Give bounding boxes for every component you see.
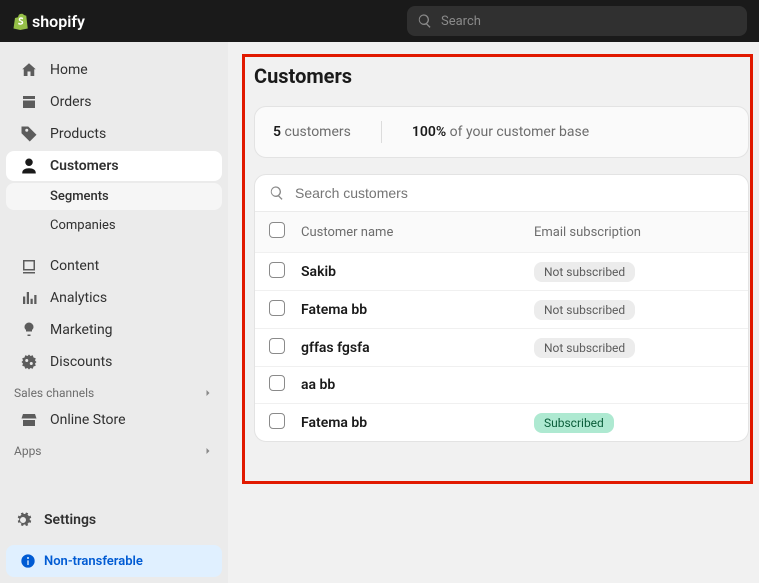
customer-name: Fatema bb xyxy=(301,415,534,431)
sidebar-item-orders[interactable]: Orders xyxy=(6,87,222,117)
sidebar-item-label: Orders xyxy=(50,94,92,110)
stat-divider xyxy=(381,121,382,143)
sidebar-item-label: Home xyxy=(50,62,88,78)
marketing-icon xyxy=(20,321,38,339)
sidebar-subitem-companies[interactable]: Companies xyxy=(6,212,222,239)
select-all-checkbox[interactable] xyxy=(269,222,285,238)
search-customers-row xyxy=(255,175,748,211)
global-search-placeholder: Search xyxy=(441,14,481,29)
apps-header[interactable]: Apps xyxy=(0,436,228,462)
sidebar-item-label: Customers xyxy=(50,158,119,174)
sidebar-item-content[interactable]: Content xyxy=(6,251,222,281)
info-icon xyxy=(20,553,36,569)
brand-text: shopify xyxy=(32,12,85,31)
subscription-pill: Not subscribed xyxy=(534,262,635,282)
stat-customer-base: 100% of your customer base xyxy=(412,124,589,140)
search-icon xyxy=(269,185,285,201)
table-header: Customer name Email subscription xyxy=(255,211,748,252)
row-checkbox[interactable] xyxy=(269,338,285,354)
sidebar-item-marketing[interactable]: Marketing xyxy=(6,315,222,345)
subscription-pill: Subscribed xyxy=(534,413,614,433)
sidebar-item-label: Discounts xyxy=(50,354,112,370)
main: Customers 5 customers 100% of your custo… xyxy=(228,42,759,583)
sidebar-item-discounts[interactable]: Discounts xyxy=(6,347,222,377)
content-icon xyxy=(20,257,38,275)
col-header-name[interactable]: Customer name xyxy=(301,225,534,240)
row-checkbox[interactable] xyxy=(269,375,285,391)
subscription-cell: Not subscribed xyxy=(534,261,734,282)
chevron-right-icon xyxy=(202,387,214,399)
row-checkbox[interactable] xyxy=(269,300,285,316)
table-row[interactable]: gffas fgsfa Not subscribed xyxy=(255,328,748,366)
sidebar-item-label: Online Store xyxy=(50,412,126,428)
global-search[interactable]: Search xyxy=(407,6,747,36)
row-checkbox[interactable] xyxy=(269,413,285,429)
search-icon xyxy=(417,13,433,29)
person-icon xyxy=(20,157,38,175)
sidebar-item-label: Analytics xyxy=(50,290,107,306)
home-icon xyxy=(20,61,38,79)
settings-label: Settings xyxy=(44,512,96,528)
sidebar-item-products[interactable]: Products xyxy=(6,119,222,149)
discount-icon xyxy=(20,353,38,371)
col-header-subscription[interactable]: Email subscription xyxy=(534,225,734,240)
sidebar-item-label: Content xyxy=(50,258,99,274)
table-row[interactable]: aa bb xyxy=(255,366,748,403)
search-customers-input[interactable] xyxy=(295,185,734,201)
stat-customer-count: 5 customers xyxy=(273,124,351,140)
gear-icon xyxy=(14,511,32,529)
sidebar-subitem-segments[interactable]: Segments xyxy=(6,183,222,210)
subscription-cell: Not subscribed xyxy=(534,337,734,358)
subscription-pill: Not subscribed xyxy=(534,338,635,358)
customers-table-card: Customer name Email subscription Sakib N… xyxy=(254,174,749,442)
customer-name: Sakib xyxy=(301,264,534,280)
tag-icon xyxy=(20,125,38,143)
table-row[interactable]: Fatema bb Subscribed xyxy=(255,403,748,441)
subscription-cell: Not subscribed xyxy=(534,299,734,320)
stats-bar: 5 customers 100% of your customer base xyxy=(254,106,749,158)
row-checkbox[interactable] xyxy=(269,262,285,278)
nontransferable-badge[interactable]: Non-transferable xyxy=(6,545,222,577)
customer-name: Fatema bb xyxy=(301,302,534,318)
sidebar-item-customers[interactable]: Customers xyxy=(6,151,222,181)
table-row[interactable]: Sakib Not subscribed xyxy=(255,252,748,290)
table-row[interactable]: Fatema bb Not subscribed xyxy=(255,290,748,328)
analytics-icon xyxy=(20,289,38,307)
sidebar-item-home[interactable]: Home xyxy=(6,55,222,85)
sidebar-item-analytics[interactable]: Analytics xyxy=(6,283,222,313)
orders-icon xyxy=(20,93,38,111)
customer-name: gffas fgsfa xyxy=(301,340,534,356)
customer-name: aa bb xyxy=(301,377,534,393)
subscription-cell: Subscribed xyxy=(534,412,734,433)
sales-channels-header[interactable]: Sales channels xyxy=(0,378,228,404)
sidebar-item-label: Marketing xyxy=(50,322,113,338)
sidebar-item-online-store[interactable]: Online Store xyxy=(6,405,222,435)
topbar: shopify Search xyxy=(0,0,759,42)
settings-link[interactable]: Settings xyxy=(0,501,228,539)
sidebar-item-label: Products xyxy=(50,126,106,142)
shopify-logo[interactable]: shopify xyxy=(12,11,85,31)
store-icon xyxy=(20,411,38,429)
chevron-right-icon xyxy=(202,445,214,457)
sidebar: Home Orders Products Customers Segments … xyxy=(0,42,228,583)
page-title: Customers xyxy=(254,64,749,88)
subscription-pill: Not subscribed xyxy=(534,300,635,320)
